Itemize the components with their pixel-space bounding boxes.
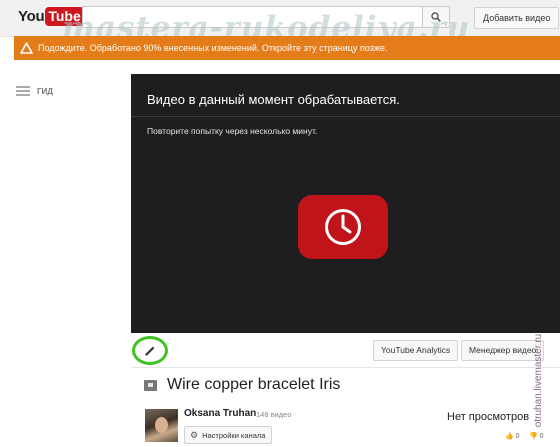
processing-title: Видео в данный момент обрабатывается. [147, 92, 400, 107]
like-count: 0 [515, 433, 520, 440]
edit-video-button[interactable] [132, 336, 168, 365]
avatar[interactable] [145, 409, 178, 442]
upload-video-button[interactable]: Добавить видео [474, 7, 560, 29]
logo-you-text: You [18, 8, 45, 25]
thumbs-up-icon: 👍 [505, 433, 514, 440]
dislike-count: 0 [539, 433, 544, 440]
video-player[interactable]: Видео в данный момент обрабатывается. По… [131, 74, 560, 333]
guide-menu[interactable]: ГИД [16, 86, 53, 96]
like-button[interactable]: 👍 0 [505, 432, 520, 440]
view-count: Нет просмотров [447, 411, 530, 423]
player-divider [131, 116, 560, 117]
private-video-icon [144, 379, 157, 391]
processing-alert: Подождите. Обработано 90% внесенных изме… [14, 36, 560, 60]
side-watermark: otruhan.livemaster.ru [533, 320, 558, 445]
channel-settings-button[interactable]: ⚙ Настройки канала [184, 426, 273, 444]
analytics-button[interactable]: YouTube Analytics [373, 340, 459, 361]
guide-label: ГИД [37, 86, 53, 96]
warning-icon [14, 36, 38, 60]
video-title: Wire copper bracelet Iris [167, 376, 341, 393]
side-watermark-text: otruhan.livemaster.ru [533, 333, 545, 428]
channel-name-link[interactable]: Oksana Truhan [184, 408, 256, 419]
channel-video-count: 148 видео [256, 410, 292, 419]
processing-message: Повторите попытку через несколько минут. [147, 126, 318, 136]
pencil-icon [145, 346, 155, 356]
clock-icon [298, 195, 388, 259]
video-title-row: Wire copper bracelet Iris [144, 376, 340, 394]
gear-icon: ⚙ [190, 429, 199, 440]
channel-settings-label: Настройки канала [202, 430, 266, 440]
alert-message: Подождите. Обработано 90% внесенных изме… [38, 43, 388, 53]
dislike-button[interactable]: 👎 0 [529, 432, 544, 440]
video-manager-button[interactable]: Менеджер видео [461, 340, 545, 361]
thumbs-down-icon: 👎 [529, 433, 538, 440]
hamburger-icon [16, 86, 30, 96]
